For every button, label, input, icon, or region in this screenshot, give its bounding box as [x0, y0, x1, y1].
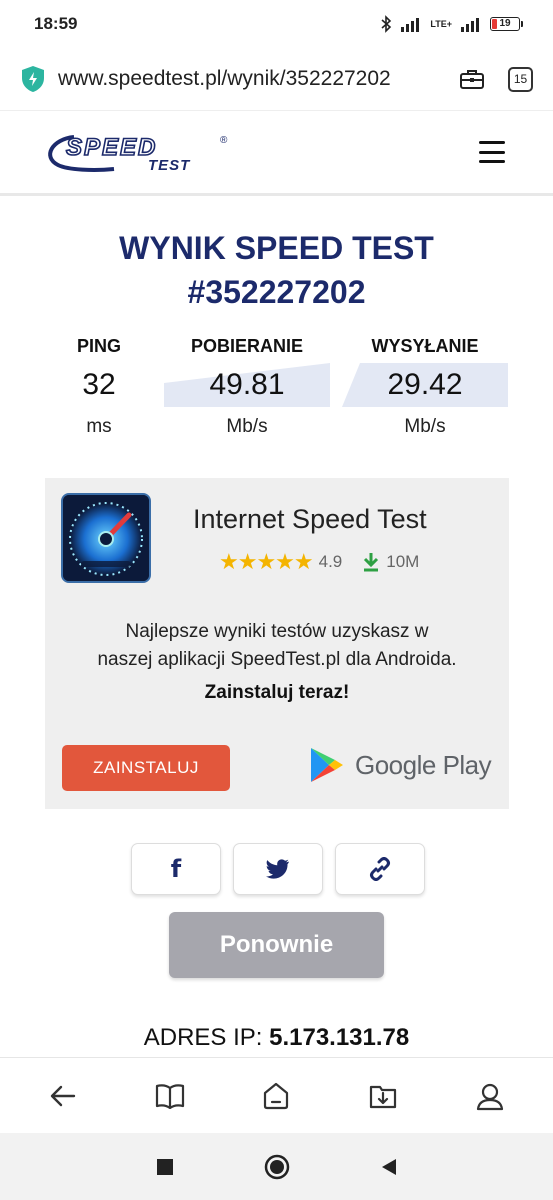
ip-address: ADRES IP: 5.173.131.78	[0, 1024, 553, 1052]
back-button-icon[interactable]	[379, 1157, 399, 1177]
tab-count-button[interactable]: 15	[508, 66, 533, 92]
twitter-share-button[interactable]	[233, 843, 323, 895]
copy-link-button[interactable]	[335, 843, 425, 895]
speedtest-logo[interactable]: SPEED TEST ®	[44, 127, 234, 177]
status-bar: 18:59 LTE+ 19	[0, 0, 553, 48]
signal-icon-2	[461, 18, 479, 32]
bluetooth-icon	[381, 15, 392, 33]
promo-cta: Zainstaluj teraz!	[204, 682, 350, 703]
status-icons: LTE+ 19	[380, 15, 523, 33]
google-play-badge[interactable]: Google Play	[309, 746, 492, 784]
briefcase-icon[interactable]	[458, 65, 486, 93]
stat-label: PING	[76, 336, 121, 356]
battery-icon: 19	[490, 17, 523, 31]
facebook-share-button[interactable]: f	[131, 843, 221, 895]
downloads-icon[interactable]	[363, 1076, 403, 1116]
ip-label: ADRES IP:	[143, 1024, 263, 1051]
promo-description-line-1: Najlepsze wyniki testów uzyskasz w	[125, 621, 429, 642]
battery-level: 19	[499, 18, 511, 29]
logo-subtext: TEST	[148, 157, 191, 174]
page-title: WYNIK SPEED TEST #352227202	[0, 226, 553, 314]
shield-icon[interactable]	[20, 65, 46, 93]
back-arrow-icon[interactable]	[43, 1076, 83, 1116]
twitter-icon	[266, 859, 289, 879]
profile-icon[interactable]	[470, 1076, 510, 1116]
signal-icon	[401, 18, 420, 32]
stat-unit: ms	[86, 416, 112, 437]
ip-value: 5.173.131.78	[269, 1024, 410, 1051]
stat-ping: PING 32 ms	[36, 333, 162, 447]
app-rating: ★★★★★ 4.9 10M	[219, 549, 419, 575]
install-button[interactable]: ZAINSTALUJ	[62, 745, 230, 791]
app-name: Internet Speed Test	[193, 504, 427, 534]
retest-button[interactable]: Ponownie	[169, 912, 384, 978]
title-line-2: #352227202	[187, 274, 366, 310]
promo-description: Najlepsze wyniki testów uzyskasz w nasze…	[45, 618, 509, 674]
status-time: 18:59	[34, 14, 78, 33]
download-count: 10M	[386, 552, 420, 571]
url-text[interactable]: www.speedtest.pl/wynik/352227202	[58, 67, 444, 91]
menu-icon[interactable]	[479, 141, 505, 163]
google-play-icon	[311, 748, 343, 782]
stat-unit: Mb/s	[226, 416, 268, 437]
share-buttons: f	[131, 843, 425, 895]
download-icon	[364, 553, 379, 572]
system-nav-bar	[0, 1133, 553, 1200]
stat-unit: Mb/s	[404, 416, 446, 437]
facebook-icon: f	[170, 855, 182, 883]
url-bar[interactable]: www.speedtest.pl/wynik/352227202 15	[0, 48, 553, 110]
app-icon[interactable]	[61, 493, 151, 583]
link-icon	[370, 857, 390, 881]
title-line-1: WYNIK SPEED TEST	[119, 230, 434, 266]
stat-label: POBIERANIE	[190, 336, 304, 356]
bookmarks-icon[interactable]	[150, 1076, 190, 1116]
stat-value: 32	[82, 368, 116, 401]
star-icon: ★★★★★	[219, 549, 314, 574]
home-button-icon[interactable]	[263, 1153, 291, 1181]
network-type: LTE+	[430, 19, 452, 29]
result-stats: PING 32 ms POBIERANIE 49.81 Mb/s WYSYŁAN…	[36, 333, 516, 443]
rating-value: 4.9	[318, 552, 343, 571]
app-promo: Internet Speed Test ★★★★★ 4.9 10M Najlep…	[45, 478, 509, 809]
logo-mark: ®	[220, 135, 228, 146]
logo-text: SPEED	[66, 134, 157, 161]
stat-upload: WYSYŁANIE 29.42 Mb/s	[342, 333, 508, 447]
stat-value: 29.42	[387, 368, 463, 401]
site-header: SPEED TEST ®	[0, 110, 553, 196]
home-icon[interactable]	[256, 1076, 296, 1116]
browser-bottom-nav	[0, 1057, 553, 1133]
stat-label: WYSYŁANIE	[371, 336, 479, 356]
google-play-text: Google Play	[355, 749, 492, 780]
stat-value: 49.81	[209, 368, 285, 401]
stat-download: POBIERANIE 49.81 Mb/s	[164, 333, 330, 447]
recents-icon[interactable]	[155, 1157, 175, 1177]
promo-description-line-2: naszej aplikacji SpeedTest.pl dla Androi…	[97, 649, 457, 670]
